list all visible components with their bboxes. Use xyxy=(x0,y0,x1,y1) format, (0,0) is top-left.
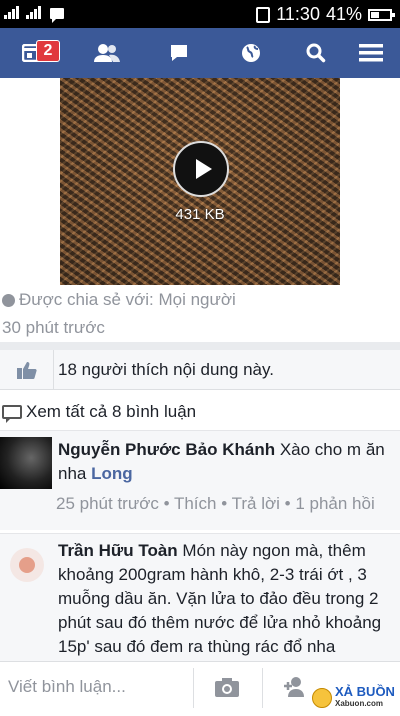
messages-icon xyxy=(171,45,187,61)
comment-replies-link[interactable]: 1 phản hồi xyxy=(295,494,374,513)
comment-item: Trần Hữu Toàn Món này ngon mà, thêm khoả… xyxy=(0,533,400,661)
comment-bubble-icon xyxy=(2,405,22,423)
comment-mention[interactable]: Long xyxy=(91,464,133,483)
top-nav-bar: 2 xyxy=(0,28,400,78)
smiley-icon xyxy=(312,688,332,708)
view-all-comments-link[interactable]: Xem tất cả 8 bình luận xyxy=(2,402,197,423)
camera-icon[interactable] xyxy=(214,676,240,698)
status-bar: 11:30 41% xyxy=(0,0,400,28)
shared-with-text: Được chia sẻ với: Mọi người xyxy=(19,290,236,309)
globe-icon xyxy=(242,44,260,62)
phone-icon xyxy=(256,6,271,23)
nav-menu[interactable] xyxy=(338,28,400,78)
like-thumb-box[interactable] xyxy=(0,350,54,390)
avatar[interactable] xyxy=(10,548,44,582)
comment-author[interactable]: Trần Hữu Toàn xyxy=(58,541,178,560)
comment-item: Nguyễn Phước Bảo Khánh Xào cho m ăn nha … xyxy=(0,430,400,530)
avatar[interactable] xyxy=(0,437,52,489)
comment-time: 25 phút trước xyxy=(56,494,159,513)
privacy-line: Được chia sẻ với: Mọi người xyxy=(2,290,236,310)
signal-icon xyxy=(4,5,19,19)
menu-icon xyxy=(359,44,383,62)
status-time: 11:30 xyxy=(276,4,320,24)
comment-input[interactable]: Viết bình luận... xyxy=(8,677,126,697)
video-thumbnail[interactable]: 431 KB xyxy=(60,78,340,285)
comment-body: Trần Hữu Toàn Món này ngon mà, thêm khoả… xyxy=(58,539,398,659)
add-user-icon[interactable] xyxy=(283,676,307,698)
notification-badge: 2 xyxy=(36,40,60,62)
divider xyxy=(262,668,263,708)
friends-icon xyxy=(94,44,120,62)
play-button-icon[interactable] xyxy=(173,141,229,197)
divider xyxy=(193,668,194,708)
nav-notifications-globe[interactable] xyxy=(218,28,284,78)
nav-news-feed[interactable]: 2 xyxy=(0,28,66,78)
view-all-comments-text: Xem tất cả 8 bình luận xyxy=(26,402,197,421)
search-icon xyxy=(306,43,326,63)
comment-reply-link[interactable]: Trả lời xyxy=(232,494,280,513)
comment-body: Nguyễn Phước Bảo Khánh Xào cho m ăn nha … xyxy=(58,438,394,486)
likes-row[interactable]: 18 người thích nội dung này. xyxy=(0,350,400,390)
post-timestamp[interactable]: 30 phút trước xyxy=(2,318,105,338)
battery-icon xyxy=(368,8,395,21)
watermark-logo: XẢ BUỒN Xabuon.com xyxy=(312,684,395,710)
thumbs-up-icon xyxy=(16,362,37,379)
message-icon xyxy=(50,8,64,23)
likes-count-text: 18 người thích nội dung này. xyxy=(58,360,274,379)
divider xyxy=(0,342,400,350)
video-size-label: 431 KB xyxy=(175,206,225,223)
signal-icon-2 xyxy=(26,5,41,19)
globe-small-icon xyxy=(2,293,15,307)
comment-meta: 25 phút trước • Thích • Trả lời • 1 phản… xyxy=(56,494,375,513)
comment-author[interactable]: Nguyễn Phước Bảo Khánh xyxy=(58,440,275,459)
nav-friends[interactable] xyxy=(74,28,140,78)
comment-like-link[interactable]: Thích xyxy=(174,494,217,513)
watermark-text: XẢ BUỒN Xabuon.com xyxy=(335,684,395,708)
nav-messages[interactable] xyxy=(146,28,212,78)
status-battery: 41% xyxy=(325,4,362,24)
